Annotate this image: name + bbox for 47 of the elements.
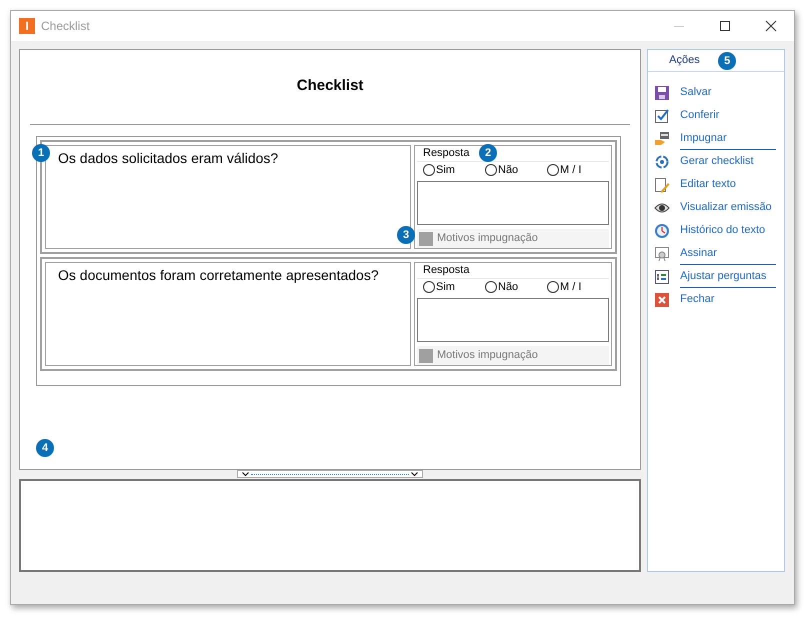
- actions-tab[interactable]: Ações: [669, 52, 700, 69]
- app-logo: I: [19, 18, 35, 34]
- close-icon: [654, 292, 670, 308]
- action-link[interactable]: Impugnar: [680, 130, 727, 147]
- callout-badge: 5: [718, 52, 736, 70]
- splitter-handle[interactable]: [237, 470, 424, 478]
- answer-label: Resposta: [422, 263, 470, 278]
- window-title: Checklist: [41, 18, 90, 35]
- radio-option[interactable]: Sim: [423, 162, 485, 178]
- certificate-icon: [654, 246, 670, 262]
- motivos-label: Motivos impugnação: [437, 348, 538, 364]
- checkbox-icon: [654, 108, 670, 124]
- hand-document-icon: [654, 131, 670, 147]
- question-text: Os dados solicitados eram válidos?: [58, 150, 278, 166]
- radio-option[interactable]: Sim: [423, 279, 485, 296]
- pencil-document-icon: [654, 177, 670, 193]
- radio-option[interactable]: Não: [485, 279, 547, 296]
- action-link[interactable]: Salvar: [680, 84, 712, 101]
- color-swatch-icon: [419, 232, 433, 246]
- color-swatch-icon: [419, 348, 433, 363]
- clock-icon: [654, 223, 670, 239]
- callout-badge: 3: [397, 226, 415, 244]
- document-title: Checklist: [296, 76, 364, 96]
- action-link[interactable]: Editar texto: [680, 176, 736, 193]
- answer-label: Resposta: [422, 146, 470, 161]
- chevron-down-icon: [411, 472, 418, 476]
- question-text: Os documentos foram corretamente apresentados?: [58, 267, 379, 283]
- radio-option[interactable]: M / I: [547, 162, 609, 178]
- motivos-field[interactable]: [417, 180, 609, 226]
- list-settings-icon: [654, 269, 670, 285]
- refresh-icon: [654, 154, 670, 170]
- motivos-label: Motivos impugnação: [437, 231, 538, 246]
- action-link[interactable]: Conferir: [680, 107, 720, 124]
- motivos-field[interactable]: [417, 298, 609, 342]
- action-link[interactable]: Visualizar emissão: [680, 199, 772, 216]
- chevron-down-icon: [242, 472, 250, 476]
- radio-option[interactable]: M / I: [547, 279, 609, 296]
- action-link[interactable]: Fechar: [680, 291, 714, 308]
- action-link[interactable]: Gerar checklist: [680, 153, 754, 170]
- action-link[interactable]: Ajustar perguntas: [680, 268, 766, 285]
- callout-badge: 4: [36, 439, 54, 457]
- radio-option[interactable]: Não: [485, 162, 547, 178]
- action-link[interactable]: Assinar: [680, 245, 717, 262]
- text-panel[interactable]: [19, 479, 642, 572]
- callout-badge: 1: [32, 144, 50, 162]
- callout-badge: 2: [479, 144, 497, 162]
- action-link[interactable]: Histórico do texto: [680, 222, 766, 239]
